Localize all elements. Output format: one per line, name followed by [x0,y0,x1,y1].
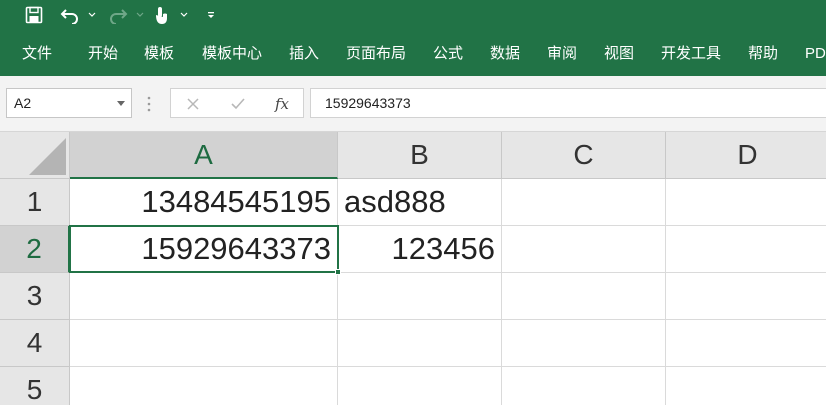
column-header-d[interactable]: D [666,132,826,179]
name-box-value: A2 [14,95,32,111]
redo-dropdown-icon[interactable] [136,9,144,21]
touch-mode-icon[interactable] [150,4,172,26]
select-all-button[interactable] [0,132,70,179]
cell-c2[interactable] [502,226,666,272]
row-header-1[interactable]: 1 [0,179,70,226]
tab-help[interactable]: 帮助 [748,44,778,64]
row-header-5[interactable]: 5 [0,367,70,405]
tab-view[interactable]: 视图 [604,44,634,64]
save-icon[interactable] [22,4,46,26]
tab-pdf[interactable]: PD [805,44,826,64]
fill-handle[interactable] [335,269,341,275]
name-box[interactable]: A2 [6,88,132,118]
cell-c1[interactable] [502,179,666,225]
chevron-down-icon[interactable] [117,101,125,106]
tab-template-center[interactable]: 模板中心 [202,44,262,64]
gridline [70,319,826,320]
undo-dropdown-icon[interactable] [88,9,96,21]
row-header-2[interactable]: 2 [0,226,70,273]
tab-developer[interactable]: 开发工具 [661,44,721,64]
formula-input[interactable]: 15929643373 [310,88,826,118]
enter-check-icon[interactable] [227,93,249,115]
cell-b1[interactable]: asd888 [338,179,502,225]
ribbon-tabs: 文件 开始 模板 模板中心 插入 页面布局 公式 数据 审阅 视图 开发工具 帮… [0,30,826,76]
insert-function-icon[interactable]: fx [271,93,293,115]
gridline [70,366,826,367]
tab-data[interactable]: 数据 [490,44,520,64]
cell-b2[interactable]: 123456 [338,226,502,272]
tab-review[interactable]: 审阅 [547,44,577,64]
formula-value: 15929643373 [325,95,411,111]
cell-d1[interactable] [666,179,826,225]
cell-a1[interactable]: 13484545195 [70,179,338,225]
undo-icon[interactable] [58,4,82,26]
formula-buttons: fx [170,88,304,118]
touch-mode-dropdown-icon[interactable] [180,9,188,21]
column-header-c[interactable]: C [502,132,666,179]
customize-icon[interactable] [204,4,218,26]
spreadsheet-grid: A B C D 1 2 3 4 5 13484545195 asd888 159… [0,132,826,405]
tab-insert[interactable]: 插入 [289,44,319,64]
tab-file[interactable]: 文件 [22,44,52,64]
redo-icon[interactable] [106,4,130,26]
drag-handle-icon[interactable] [147,96,151,112]
tab-formulas[interactable]: 公式 [433,44,463,64]
insert-function-label: fx [274,95,289,113]
cancel-icon[interactable] [182,93,204,115]
formula-bar: A2 fx 15929643373 [0,76,826,132]
row-header-4[interactable]: 4 [0,320,70,367]
row-header-3[interactable]: 3 [0,273,70,320]
column-header-a[interactable]: A [70,132,338,179]
quick-access-toolbar [0,0,826,30]
active-cell-border [69,225,339,273]
tab-home[interactable]: 开始 [88,44,118,64]
cell-d2[interactable] [666,226,826,272]
tab-template[interactable]: 模板 [144,44,174,64]
tab-page-layout[interactable]: 页面布局 [346,44,406,64]
column-header-b[interactable]: B [338,132,502,179]
